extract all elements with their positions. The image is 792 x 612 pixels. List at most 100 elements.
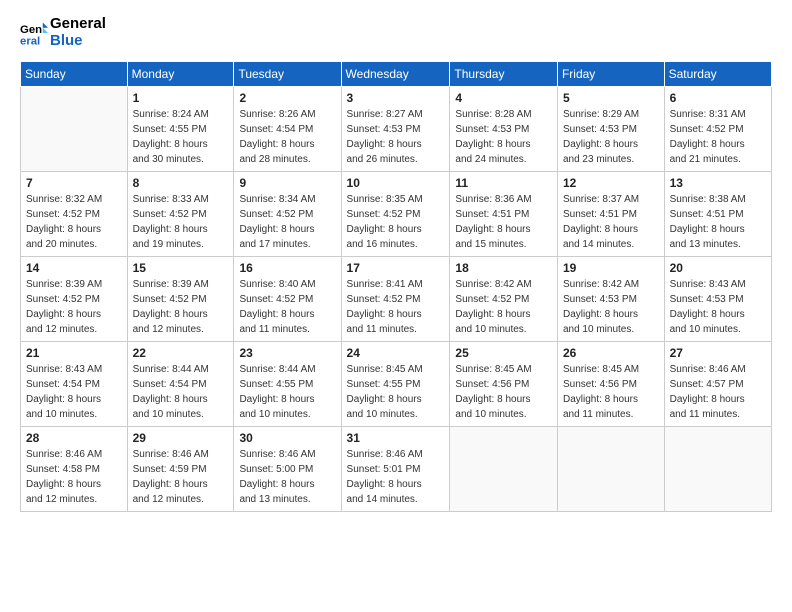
day-info: Sunrise: 8:43 AM Sunset: 4:53 PM Dayligh… [670,277,766,337]
day-info: Sunrise: 8:39 AM Sunset: 4:52 PM Dayligh… [26,277,122,337]
day-cell: 27 Sunrise: 8:46 AM Sunset: 4:57 PM Dayli… [664,342,771,427]
day-info: Sunrise: 8:34 AM Sunset: 4:52 PM Dayligh… [239,192,335,252]
day-cell: 31 Sunrise: 8:46 AM Sunset: 5:01 PM Dayli… [341,427,450,512]
week-row-3: 21 Sunrise: 8:43 AM Sunset: 4:54 PM Dayli… [21,342,772,427]
day-number: 11 [455,176,552,190]
day-number: 12 [563,176,659,190]
day-info: Sunrise: 8:38 AM Sunset: 4:51 PM Dayligh… [670,192,766,252]
logo-text-line2: Blue [50,33,106,50]
week-row-4: 28Sunrise: 8:46 AM Sunset: 4:58 PM Dayli… [21,427,772,512]
day-cell: 14Sunrise: 8:39 AM Sunset: 4:52 PM Dayli… [21,257,128,342]
day-info: Sunrise: 8:44 AM Sunset: 4:55 PM Dayligh… [239,362,335,422]
day-info: Sunrise: 8:39 AM Sunset: 4:52 PM Dayligh… [133,277,229,337]
day-info: Sunrise: 8:33 AM Sunset: 4:52 PM Dayligh… [133,192,229,252]
day-number: 3 [347,91,445,105]
day-number: 27 [670,346,766,360]
day-info: Sunrise: 8:28 AM Sunset: 4:53 PM Dayligh… [455,107,552,167]
day-number: 24 [347,346,445,360]
calendar-page: Gen eral General Blue SundayMondayTuesda… [0,0,792,612]
week-row-0: 1Sunrise: 8:24 AM Sunset: 4:55 PM Daylig… [21,87,772,172]
day-number: 13 [670,176,766,190]
day-info: Sunrise: 8:32 AM Sunset: 4:52 PM Dayligh… [26,192,122,252]
day-number: 15 [133,261,229,275]
day-number: 30 [239,431,335,445]
header-cell-friday: Friday [557,62,664,87]
day-number: 29 [133,431,229,445]
day-info: Sunrise: 8:36 AM Sunset: 4:51 PM Dayligh… [455,192,552,252]
day-cell [557,427,664,512]
day-info: Sunrise: 8:46 AM Sunset: 5:01 PM Dayligh… [347,447,445,507]
day-cell: 10 Sunrise: 8:35 AM Sunset: 4:52 PM Dayli… [341,172,450,257]
day-info: Sunrise: 8:26 AM Sunset: 4:54 PM Dayligh… [239,107,335,167]
header-cell-saturday: Saturday [664,62,771,87]
day-info: Sunrise: 8:29 AM Sunset: 4:53 PM Dayligh… [563,107,659,167]
day-cell: 16Sunrise: 8:40 AM Sunset: 4:52 PM Dayli… [234,257,341,342]
day-info: Sunrise: 8:45 AM Sunset: 4:56 PM Dayligh… [563,362,659,422]
day-cell: 23 Sunrise: 8:44 AM Sunset: 4:55 PM Dayli… [234,342,341,427]
day-number: 7 [26,176,122,190]
day-info: Sunrise: 8:41 AM Sunset: 4:52 PM Dayligh… [347,277,445,337]
header-cell-thursday: Thursday [450,62,558,87]
day-cell: 3 Sunrise: 8:27 AM Sunset: 4:53 PM Daylig… [341,87,450,172]
day-cell: 22 Sunrise: 8:44 AM Sunset: 4:54 PM Dayli… [127,342,234,427]
day-number: 31 [347,431,445,445]
page-header: Gen eral General Blue [20,16,772,49]
day-info: Sunrise: 8:43 AM Sunset: 4:54 PM Dayligh… [26,362,122,422]
day-info: Sunrise: 8:35 AM Sunset: 4:52 PM Dayligh… [347,192,445,252]
day-info: Sunrise: 8:45 AM Sunset: 4:55 PM Dayligh… [347,362,445,422]
svg-text:Gen: Gen [20,24,42,36]
day-cell: 20 Sunrise: 8:43 AM Sunset: 4:53 PM Dayli… [664,257,771,342]
day-number: 5 [563,91,659,105]
day-info: Sunrise: 8:46 AM Sunset: 4:57 PM Dayligh… [670,362,766,422]
day-cell: 30 Sunrise: 8:46 AM Sunset: 5:00 PM Dayli… [234,427,341,512]
day-info: Sunrise: 8:37 AM Sunset: 4:51 PM Dayligh… [563,192,659,252]
day-cell: 2 Sunrise: 8:26 AM Sunset: 4:54 PM Daylig… [234,87,341,172]
header-cell-wednesday: Wednesday [341,62,450,87]
day-number: 2 [239,91,335,105]
day-cell: 29Sunrise: 8:46 AM Sunset: 4:59 PM Dayli… [127,427,234,512]
day-cell: 6Sunrise: 8:31 AM Sunset: 4:52 PM Daylig… [664,87,771,172]
day-number: 8 [133,176,229,190]
day-cell: 8 Sunrise: 8:33 AM Sunset: 4:52 PM Daylig… [127,172,234,257]
svg-text:eral: eral [20,35,40,47]
day-cell: 1Sunrise: 8:24 AM Sunset: 4:55 PM Daylig… [127,87,234,172]
week-row-1: 7 Sunrise: 8:32 AM Sunset: 4:52 PM Daylig… [21,172,772,257]
day-cell: 19Sunrise: 8:42 AM Sunset: 4:53 PM Dayli… [557,257,664,342]
day-cell: 7 Sunrise: 8:32 AM Sunset: 4:52 PM Daylig… [21,172,128,257]
day-cell: 9Sunrise: 8:34 AM Sunset: 4:52 PM Daylig… [234,172,341,257]
day-cell: 28Sunrise: 8:46 AM Sunset: 4:58 PM Dayli… [21,427,128,512]
header-cell-sunday: Sunday [21,62,128,87]
day-number: 20 [670,261,766,275]
header-cell-tuesday: Tuesday [234,62,341,87]
logo: Gen eral General Blue [20,16,106,49]
day-cell [450,427,558,512]
day-cell [664,427,771,512]
day-cell: 25Sunrise: 8:45 AM Sunset: 4:56 PM Dayli… [450,342,558,427]
day-cell: 26Sunrise: 8:45 AM Sunset: 4:56 PM Dayli… [557,342,664,427]
day-number: 16 [239,261,335,275]
day-info: Sunrise: 8:46 AM Sunset: 4:58 PM Dayligh… [26,447,122,507]
day-info: Sunrise: 8:44 AM Sunset: 4:54 PM Dayligh… [133,362,229,422]
day-number: 10 [347,176,445,190]
day-info: Sunrise: 8:24 AM Sunset: 4:55 PM Dayligh… [133,107,229,167]
day-cell: 15 Sunrise: 8:39 AM Sunset: 4:52 PM Dayli… [127,257,234,342]
day-info: Sunrise: 8:46 AM Sunset: 5:00 PM Dayligh… [239,447,335,507]
header-cell-monday: Monday [127,62,234,87]
day-number: 4 [455,91,552,105]
day-number: 21 [26,346,122,360]
day-info: Sunrise: 8:31 AM Sunset: 4:52 PM Dayligh… [670,107,766,167]
day-info: Sunrise: 8:42 AM Sunset: 4:53 PM Dayligh… [563,277,659,337]
day-cell: 17Sunrise: 8:41 AM Sunset: 4:52 PM Dayli… [341,257,450,342]
day-cell: 5 Sunrise: 8:29 AM Sunset: 4:53 PM Daylig… [557,87,664,172]
day-cell: 12 Sunrise: 8:37 AM Sunset: 4:51 PM Dayli… [557,172,664,257]
day-cell: 21 Sunrise: 8:43 AM Sunset: 4:54 PM Dayli… [21,342,128,427]
day-cell: 24 Sunrise: 8:45 AM Sunset: 4:55 PM Dayli… [341,342,450,427]
day-info: Sunrise: 8:27 AM Sunset: 4:53 PM Dayligh… [347,107,445,167]
day-number: 18 [455,261,552,275]
day-cell: 18Sunrise: 8:42 AM Sunset: 4:52 PM Dayli… [450,257,558,342]
day-cell: 11 Sunrise: 8:36 AM Sunset: 4:51 PM Dayli… [450,172,558,257]
day-number: 22 [133,346,229,360]
logo-text-line1: General [50,16,106,33]
day-number: 23 [239,346,335,360]
day-cell: 13 Sunrise: 8:38 AM Sunset: 4:51 PM Dayli… [664,172,771,257]
